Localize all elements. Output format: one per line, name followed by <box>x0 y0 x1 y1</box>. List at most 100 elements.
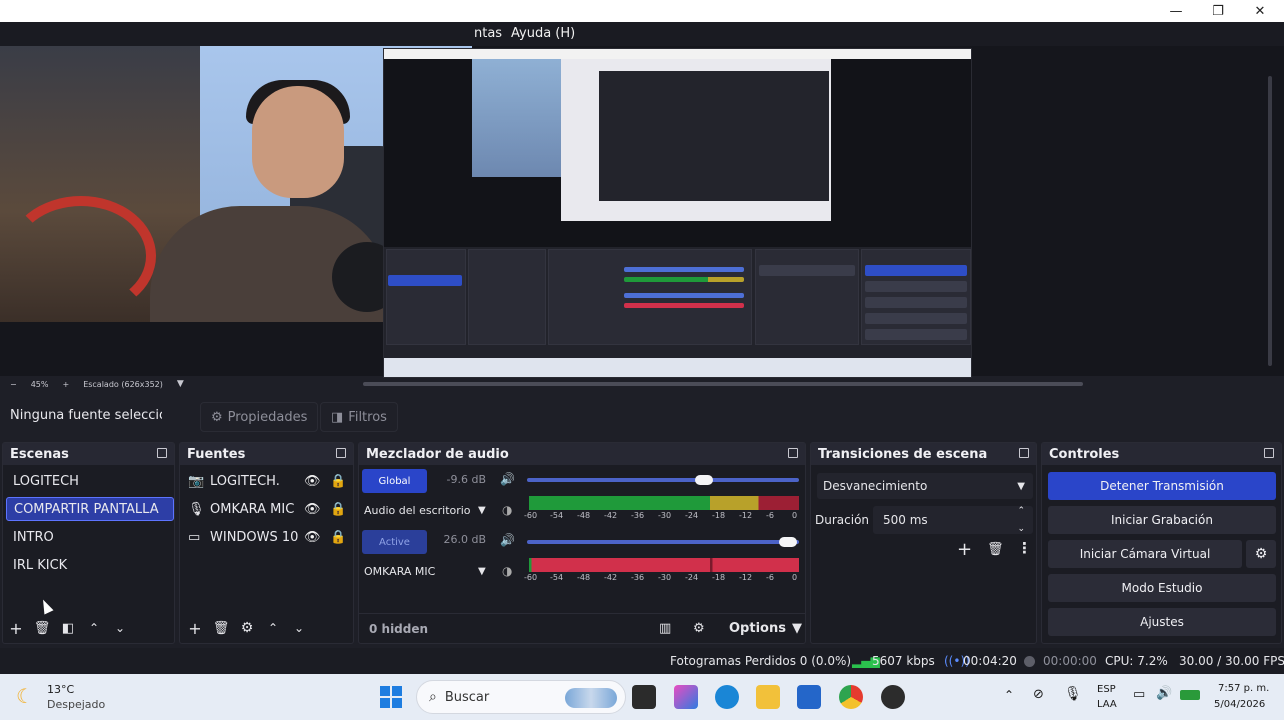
virtual-camera-settings-button[interactable]: ⚙ <box>1246 540 1276 568</box>
scale-dropdown-icon[interactable]: ▼ <box>177 379 184 389</box>
mic-volume-slider[interactable] <box>527 540 799 544</box>
sources-dock: Fuentes 📷 LOGITECH. 👁 🔒 🎙 OMKARA MIC 👁 🔒… <box>179 442 354 644</box>
filters-button[interactable]: ◨ Filtros <box>320 402 398 432</box>
move-down-icon[interactable]: ⌄ <box>107 616 133 640</box>
edge-browser-icon[interactable] <box>715 685 739 709</box>
tray-chevron-icon[interactable]: ⌃ <box>1004 688 1014 702</box>
horizontal-scrollbar[interactable] <box>363 382 1083 386</box>
menu-help[interactable]: Ayuda (H) <box>511 26 575 41</box>
stop-streaming-button[interactable]: Detener Transmisión <box>1048 472 1276 500</box>
close-button[interactable]: ✕ <box>1238 0 1282 22</box>
add-source-icon[interactable]: + <box>182 616 208 640</box>
maximize-button[interactable]: ❐ <box>1196 0 1240 22</box>
source-item-windows-10[interactable]: ▭ WINDOWS 10 👁 🔒 <box>188 525 348 549</box>
desktop-volume-knob[interactable] <box>694 475 713 485</box>
add-transition-icon[interactable]: + <box>957 539 972 560</box>
options-menu[interactable]: Options ▼ <box>729 621 802 636</box>
options-label: Options <box>729 621 786 636</box>
speaker-icon[interactable]: 🔊 <box>500 533 515 547</box>
properties-button[interactable]: ⚙ Propiedades <box>200 402 319 432</box>
lock-icon[interactable]: 🔒 <box>330 502 346 517</box>
settings-button[interactable]: Ajustes <box>1048 608 1276 636</box>
menu-tools[interactable]: ntas <box>474 26 502 41</box>
vertical-scrollbar[interactable] <box>1268 76 1272 366</box>
dropped-frames: Fotogramas Perdidos 0 (0.0%) <box>670 654 852 668</box>
scene-item-logitech[interactable]: LOGITECH <box>6 469 174 493</box>
global-badge[interactable]: Global <box>362 469 427 493</box>
duration-stepper[interactable]: 500 ms ⌃ ⌄ <box>873 506 1033 534</box>
transition-select-value: Desvanecimiento <box>823 479 928 493</box>
microphone-icon[interactable]: 🎙 <box>1064 686 1082 702</box>
transition-select[interactable]: Desvanecimiento ▼ <box>817 473 1033 499</box>
headphones-icon[interactable]: ◑ <box>502 564 512 578</box>
dropdown-arrow-icon[interactable]: ▼ <box>478 566 486 577</box>
speaker-icon[interactable]: 🔊 <box>500 472 515 486</box>
minimize-button[interactable]: — <box>1154 0 1198 22</box>
source-item-omkara-mic[interactable]: 🎙 OMKARA MIC 👁 🔒 <box>188 497 348 521</box>
volume-icon[interactable]: 🔊 <box>1156 686 1172 701</box>
move-up-icon[interactable]: ⌃ <box>81 616 107 640</box>
layout-icon[interactable]: ▥ <box>659 621 671 636</box>
zoom-out-button[interactable]: − <box>10 380 17 389</box>
clock-time[interactable]: 7:57 p. m. <box>1218 683 1269 694</box>
active-badge[interactable]: Active <box>362 530 427 554</box>
obs-icon[interactable] <box>881 685 905 709</box>
trash-icon[interactable]: 🗑 <box>987 542 1004 557</box>
undock-icon[interactable] <box>1264 448 1274 458</box>
trash-icon[interactable]: 🗑 <box>29 616 55 640</box>
file-explorer-icon[interactable] <box>756 685 780 709</box>
zoom-in-button[interactable]: + <box>62 380 69 389</box>
more-options-icon[interactable]: ⋮ <box>1017 539 1032 557</box>
desktop-volume-slider[interactable] <box>527 478 799 482</box>
task-view-icon[interactable] <box>632 685 656 709</box>
scene-item-intro[interactable]: INTRO <box>6 525 174 549</box>
menu-bar: ntas Ayuda (H) <box>0 22 1284 46</box>
dropdown-arrow-icon[interactable]: ▼ <box>478 505 486 516</box>
scene-filter-icon[interactable]: ◧ <box>55 616 81 640</box>
language-bottom[interactable]: LAA <box>1097 699 1117 710</box>
mixer-settings-icon[interactable]: ⚙ <box>693 621 705 636</box>
eye-icon[interactable]: 👁 <box>304 502 321 517</box>
preview-canvas[interactable]: − 45% + Escalado (626x352) ▼ <box>0 46 1284 389</box>
undock-icon[interactable] <box>1019 448 1029 458</box>
clock-date[interactable]: 5/04/2026 <box>1214 699 1265 710</box>
network-icon[interactable]: ⊘ <box>1033 687 1044 702</box>
add-scene-icon[interactable]: + <box>3 616 29 640</box>
taskbar-search[interactable]: ⌕ Buscar <box>416 680 626 714</box>
zoom-level: 45% <box>30 379 49 389</box>
undock-icon[interactable] <box>157 448 167 458</box>
properties-label: Propiedades <box>227 409 308 425</box>
start-virtual-camera-button[interactable]: Iniciar Cámara Virtual <box>1048 540 1242 568</box>
studio-mode-button[interactable]: Modo Estudio <box>1048 574 1276 602</box>
display-icon[interactable]: ▭ <box>1133 687 1145 702</box>
headphones-icon[interactable]: ◑ <box>502 503 512 517</box>
gear-icon[interactable]: ⚙ <box>234 616 260 640</box>
unlock-icon[interactable]: 🔒 <box>330 474 346 489</box>
gear-icon: ⚙ <box>1254 546 1268 562</box>
mixer-footer: 0 hidden ▥ ⚙ Options ▼ <box>359 613 805 643</box>
language-top[interactable]: ESP <box>1097 684 1116 695</box>
copilot-icon[interactable] <box>674 685 698 709</box>
sources-title: Fuentes <box>187 446 246 462</box>
moon-weather-icon[interactable]: ☾ <box>16 684 34 708</box>
stepper-up-icon[interactable]: ⌃ <box>1017 506 1025 516</box>
eye-icon[interactable]: 👁 <box>304 530 321 545</box>
start-recording-button[interactable]: Iniciar Grabación <box>1048 506 1276 534</box>
move-down-icon[interactable]: ⌄ <box>286 616 312 640</box>
mic-volume-knob[interactable] <box>779 537 798 547</box>
lock-icon[interactable]: 🔒 <box>330 530 346 545</box>
stepper-down-icon[interactable]: ⌄ <box>1017 524 1025 534</box>
source-item-logitech[interactable]: 📷 LOGITECH. 👁 🔒 <box>188 469 348 493</box>
undock-icon[interactable] <box>788 448 798 458</box>
trash-icon[interactable]: 🗑 <box>208 616 234 640</box>
scenes-footer: + 🗑 ◧ ⌃ ⌄ <box>3 613 174 643</box>
move-up-icon[interactable]: ⌃ <box>260 616 286 640</box>
undock-icon[interactable] <box>336 448 346 458</box>
chrome-icon[interactable] <box>839 685 863 709</box>
windows-start-icon[interactable] <box>380 686 402 708</box>
scene-item-compartir-pantalla[interactable]: COMPARTIR PANTALLA <box>6 497 174 521</box>
eye-icon[interactable]: 👁 <box>304 474 321 489</box>
scene-item-irl-kick[interactable]: IRL KICK <box>6 553 174 577</box>
battery-icon[interactable] <box>1180 690 1200 700</box>
store-icon[interactable] <box>797 685 821 709</box>
